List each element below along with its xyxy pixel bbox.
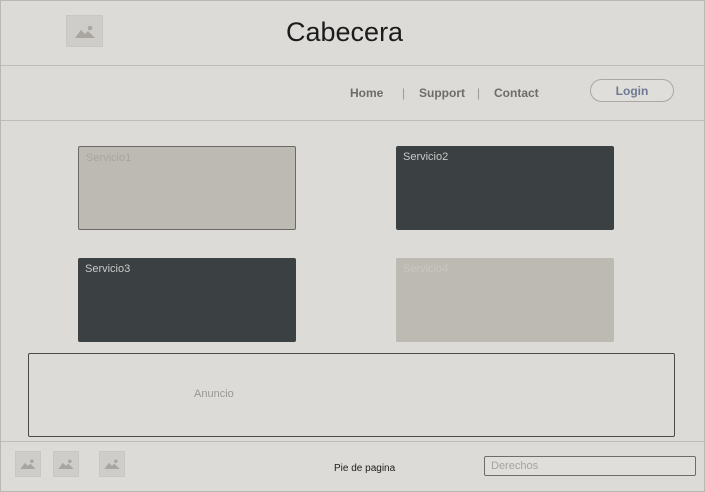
ad-banner[interactable]: Anuncio [28, 353, 675, 437]
image-placeholder-icon [104, 459, 120, 469]
service-card-1[interactable]: Servicio1 [78, 146, 296, 230]
nav-separator: | [402, 86, 406, 100]
page-title: Cabecera [286, 17, 404, 47]
footer-text: Pie de pagina [334, 463, 396, 474]
nav-divider [1, 120, 704, 121]
header-divider [1, 65, 704, 66]
nav-support-link[interactable]: Support [419, 86, 465, 100]
ad-label: Anuncio [194, 388, 234, 400]
nav-home-link[interactable]: Home [350, 86, 383, 100]
service-card-3[interactable]: Servicio3 [78, 258, 296, 342]
image-placeholder-icon [58, 459, 74, 469]
service-card-label: Servicio3 [85, 263, 131, 275]
footer-image-1 [15, 451, 41, 477]
service-card-4[interactable]: Servicio4 [396, 258, 614, 342]
image-placeholder-icon [74, 25, 95, 38]
header-logo-image [66, 15, 103, 47]
service-card-label: Servicio4 [403, 263, 449, 275]
service-card-label: Servicio2 [403, 151, 449, 163]
nav-contact-link[interactable]: Contact [494, 86, 539, 100]
image-placeholder-icon [20, 459, 36, 469]
service-card-label: Servicio1 [86, 152, 132, 164]
rights-input[interactable] [484, 456, 696, 476]
footer-divider [1, 441, 704, 442]
service-card-2[interactable]: Servicio2 [396, 146, 614, 230]
footer-image-2 [53, 451, 79, 477]
nav-separator: | [477, 86, 481, 100]
login-button[interactable]: Login [590, 79, 674, 102]
footer-image-3 [99, 451, 125, 477]
